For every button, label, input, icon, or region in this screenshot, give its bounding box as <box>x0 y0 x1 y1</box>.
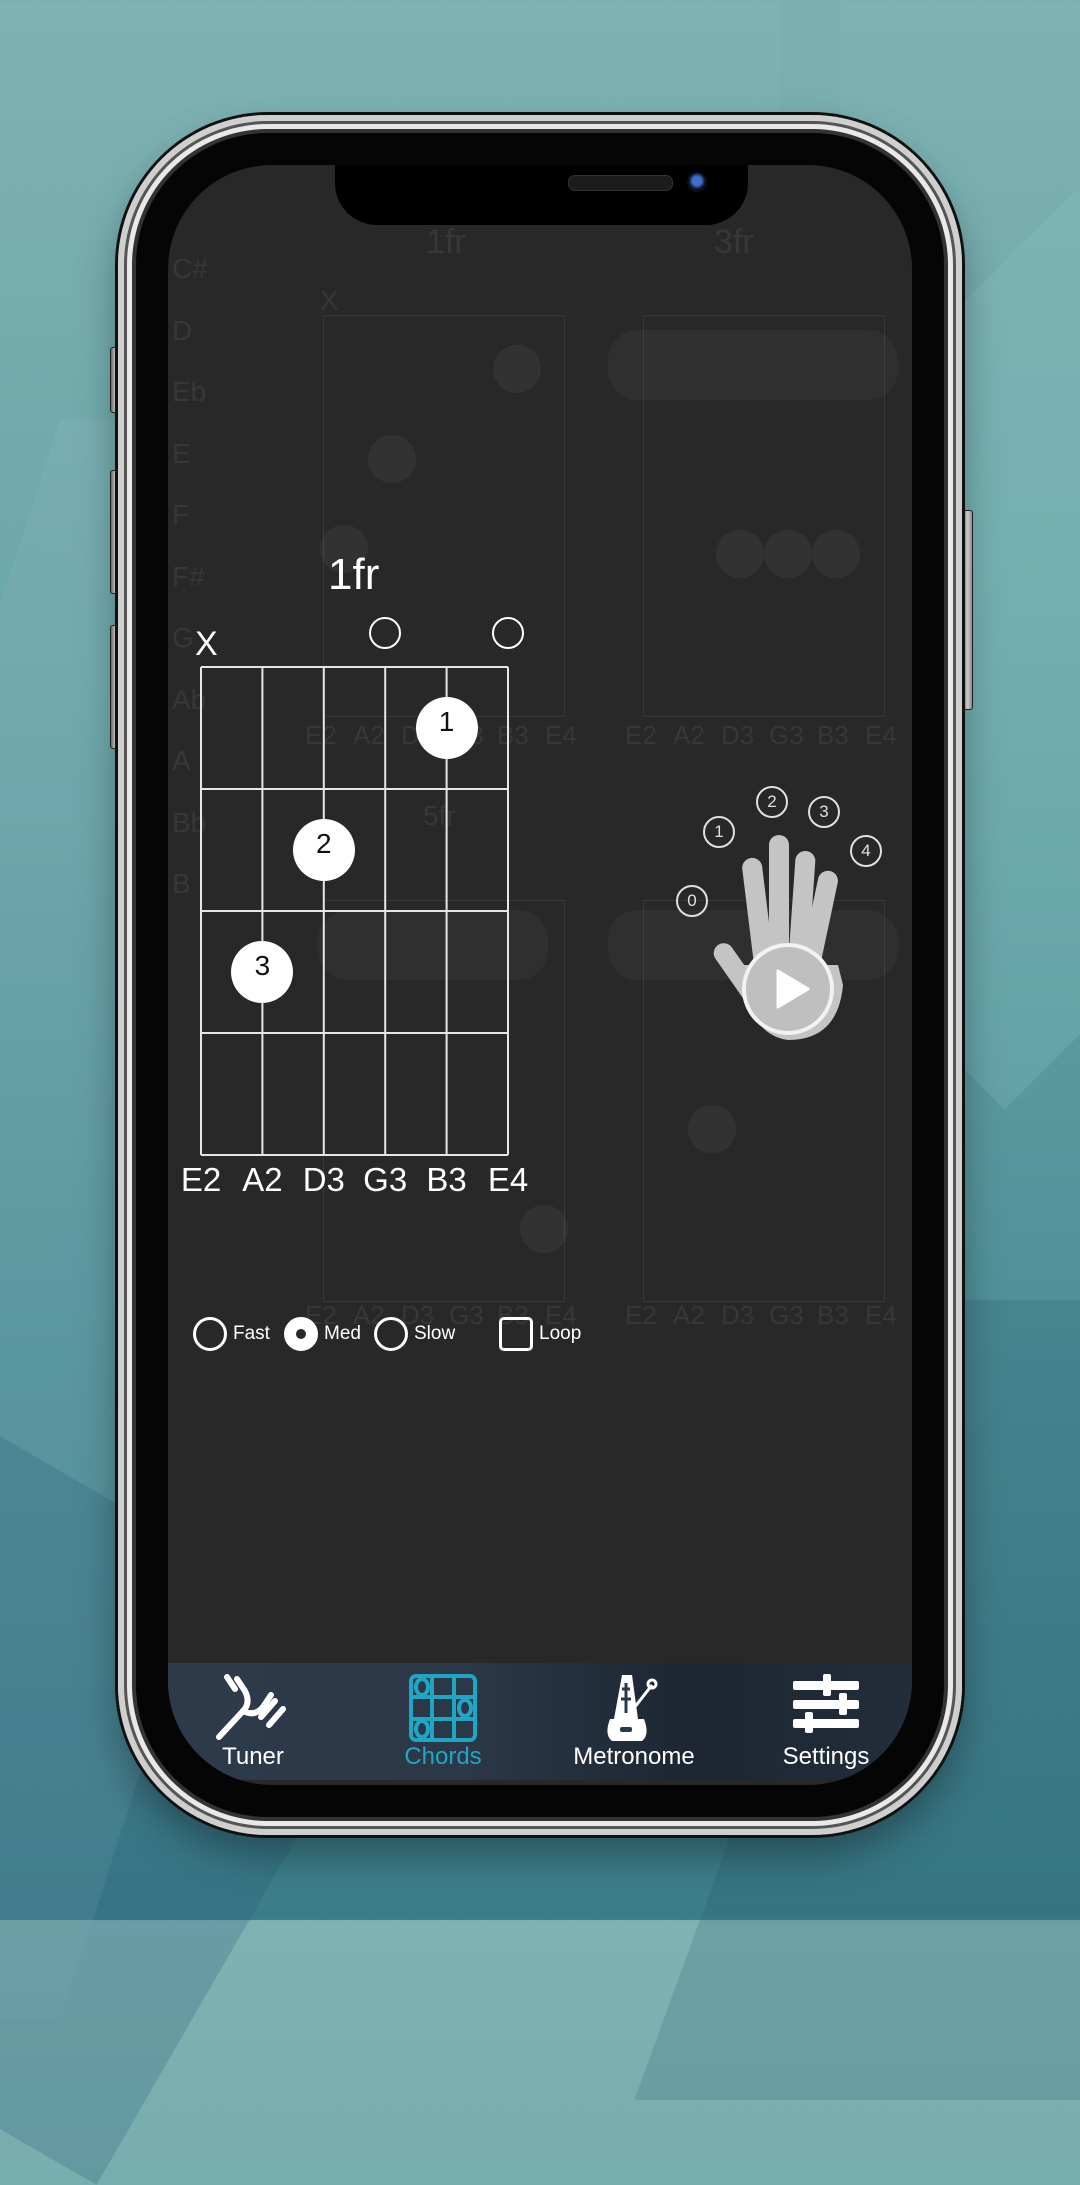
ghost-string-label: G3 <box>769 1300 804 1330</box>
ghost-string-label: A2 <box>673 1300 705 1330</box>
finger-number-3: 3 <box>808 796 840 828</box>
radio-label: Slow <box>414 1323 456 1344</box>
loop-checkbox[interactable]: Loop <box>499 1317 581 1351</box>
nav-label: Metronome <box>573 1743 695 1770</box>
finger-number-0: 0 <box>676 885 708 917</box>
finger-number-4: 4 <box>850 835 882 867</box>
radio-button[interactable] <box>374 1317 408 1351</box>
tuning-fork-icon <box>216 1674 286 1740</box>
string-label: D3 <box>302 1161 345 1198</box>
fretboard-grid <box>200 666 509 1156</box>
string-label: G3 <box>363 1161 408 1198</box>
string-label: E2 <box>180 1161 222 1198</box>
finger-number-2: 2 <box>756 786 788 818</box>
play-icon <box>776 969 810 1009</box>
finger-dot: 3 <box>231 941 294 1003</box>
nav-label: Chords <box>404 1743 482 1770</box>
checkbox-label: Loop <box>539 1323 582 1344</box>
ghost-string-label: D3 <box>721 1300 755 1330</box>
metronome-icon <box>607 1675 658 1741</box>
app-screen: 1fr 3fr X 5fr C#DEbEFF#GAbABbB E2A2D3G3B… <box>168 165 912 1785</box>
ghost-string-label: E2 <box>625 1300 657 1330</box>
radio-button[interactable] <box>193 1317 227 1351</box>
nav-tab-settings[interactable]: Settings <box>758 1663 894 1780</box>
finger-number-1: 1 <box>703 816 735 848</box>
string-label: B3 <box>426 1161 467 1198</box>
ghost-string-label: B3 <box>817 1300 849 1330</box>
speed-radio-med[interactable]: Med <box>284 1317 361 1351</box>
power-button <box>962 510 973 710</box>
radio-label: Med <box>324 1323 361 1344</box>
radio-label: Fast <box>233 1323 270 1344</box>
nav-tab-metronome[interactable]: Metronome <box>564 1663 704 1780</box>
nav-tab-tuner[interactable]: Tuner <box>188 1663 318 1780</box>
string-label: E4 <box>487 1161 529 1198</box>
radio-button-checked[interactable] <box>284 1317 318 1351</box>
bottom-nav: Tuner Chords Metronome Settings <box>168 1663 912 1780</box>
nav-tab-chords[interactable]: Chords <box>378 1663 508 1780</box>
finger-dot: 2 <box>292 819 355 881</box>
nav-label: Tuner <box>222 1743 284 1770</box>
chord-grid-icon <box>409 1674 477 1742</box>
speed-radio-slow[interactable]: Slow <box>374 1317 455 1351</box>
nav-label: Settings <box>782 1743 870 1770</box>
string-label: A2 <box>242 1161 283 1198</box>
finger-dot: 1 <box>415 697 478 759</box>
speed-radio-fast[interactable]: Fast <box>193 1317 270 1351</box>
checkbox[interactable] <box>499 1317 533 1351</box>
ghost-string-label: E4 <box>865 1300 897 1330</box>
play-button[interactable] <box>742 943 834 1035</box>
sliders-icon <box>793 1674 859 1733</box>
